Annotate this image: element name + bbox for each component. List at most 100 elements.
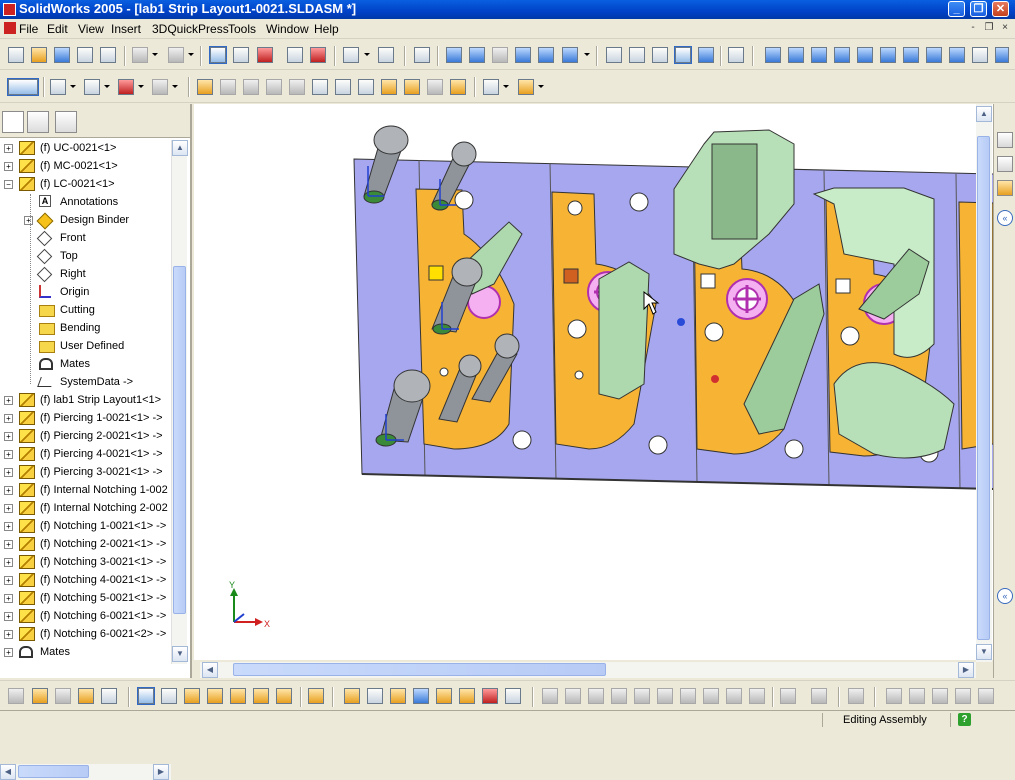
strip-layout-model[interactable]: Y X — [194, 104, 993, 660]
tree-expander-icon[interactable]: + — [4, 558, 13, 567]
home-icon[interactable] — [997, 132, 1013, 148]
bottom-tool-icon-15[interactable] — [367, 688, 383, 704]
expand-task-pane-icon[interactable]: « — [997, 588, 1013, 604]
tree-item-f-internal-notching-2-002[interactable]: + (f) Internal Notching 2-002 — [0, 500, 171, 518]
undo-icon[interactable] — [132, 47, 148, 63]
view-orientation-dropdown-icon[interactable] — [584, 53, 590, 56]
tree-vertical-scrollbar[interactable]: ▲ ▼ — [171, 140, 188, 664]
tree-horizontal-scrollbar[interactable]: ◀ ▶ — [0, 764, 171, 780]
mate-icon[interactable] — [152, 79, 168, 95]
menu-file[interactable]: File — [19, 22, 38, 36]
tree-item-f-internal-notching-1-002[interactable]: + (f) Internal Notching 1-002 — [0, 482, 171, 500]
new-part-icon[interactable] — [118, 79, 134, 95]
dimetric-view-icon[interactable] — [949, 47, 965, 63]
tree-item-f-lab1-strip-layout1-1[interactable]: + (f) lab1 Strip Layout1<1> — [0, 392, 171, 410]
tree-expander-icon[interactable]: + — [4, 486, 13, 495]
component-select-icon[interactable] — [7, 78, 39, 96]
view-orientation-icon[interactable] — [562, 47, 578, 63]
tree-expander-icon[interactable]: + — [4, 144, 13, 153]
tree-expander-icon[interactable]: + — [4, 414, 13, 423]
tree-item-f-mc-0021-1[interactable]: + (f) MC-0021<1> — [0, 158, 171, 176]
bottom-tool-icon-8[interactable] — [184, 688, 200, 704]
grid-icon[interactable] — [233, 47, 249, 63]
mdi-restore-button[interactable]: ❐ — [982, 22, 996, 35]
collapse-task-pane-icon[interactable]: « — [997, 210, 1013, 226]
bottom-tool-icon-37[interactable] — [932, 688, 948, 704]
quickpress-stripper-icon[interactable] — [427, 79, 443, 95]
property-manager-tab-icon[interactable] — [27, 111, 49, 133]
tree-item-mates[interactable]: Mates — [0, 356, 171, 374]
bottom-tool-icon-14[interactable] — [344, 688, 360, 704]
scroll-down-arrow-icon[interactable]: ▼ — [976, 644, 992, 660]
bottom-tool-icon-26[interactable] — [634, 688, 650, 704]
help-icon[interactable]: ? — [958, 713, 971, 726]
shaded-with-edges-icon[interactable] — [674, 46, 692, 64]
quickpress-guide-icon[interactable] — [312, 79, 328, 95]
tree-item-annotations[interactable]: A Annotations — [0, 194, 171, 212]
bottom-tool-icon-22[interactable] — [542, 688, 558, 704]
menu-insert[interactable]: Insert — [111, 22, 141, 36]
tree-item-f-lc-0021-1[interactable]: − (f) LC-0021<1> — [0, 176, 171, 194]
tree-item-f-notching-1-0021-1[interactable]: + (f) Notching 1-0021<1> -> — [0, 518, 171, 536]
redo-icon[interactable] — [168, 47, 184, 63]
quickpress-notching-icon[interactable] — [243, 79, 259, 95]
bottom-tool-icon-10[interactable] — [230, 688, 246, 704]
tree-item-mates[interactable]: + Mates — [0, 644, 171, 662]
library-icon[interactable] — [997, 156, 1013, 172]
tree-expander-icon[interactable]: + — [24, 216, 33, 225]
measure-icon[interactable] — [343, 47, 359, 63]
tree-expander-icon[interactable]: − — [4, 180, 13, 189]
tree-item-systemdata[interactable]: SystemData -> — [0, 374, 171, 392]
tree-item-f-notching-3-0021-1[interactable]: + (f) Notching 3-0021<1> -> — [0, 554, 171, 572]
zoom-to-selection-icon[interactable] — [492, 47, 508, 63]
tree-expander-icon[interactable]: + — [4, 396, 13, 405]
smart-dimension-dropdown-icon[interactable] — [70, 85, 76, 88]
tree-item-f-notching-5-0021-1[interactable]: + (f) Notching 5-0021<1> -> — [0, 590, 171, 608]
bottom-view-icon[interactable] — [880, 47, 896, 63]
maximize-button[interactable]: ❐ — [970, 1, 987, 17]
left-view-icon[interactable] — [811, 47, 827, 63]
wireframe-icon[interactable] — [606, 47, 622, 63]
bottom-tool-icon-23[interactable] — [565, 688, 581, 704]
tree-item-f-piercing-1-0021-1[interactable]: + (f) Piercing 1-0021<1> -> — [0, 410, 171, 428]
tree-expander-icon[interactable]: + — [4, 612, 13, 621]
mate-dropdown-icon[interactable] — [172, 85, 178, 88]
graphics-horizontal-scrollbar[interactable]: ◀ ▶ — [200, 662, 976, 678]
bottom-tool-icon-39[interactable] — [978, 688, 994, 704]
bottom-tool-icon-24[interactable] — [588, 688, 604, 704]
bottom-tool-icon-16[interactable] — [390, 688, 406, 704]
scroll-left-arrow-icon[interactable]: ◀ — [202, 662, 218, 678]
insert-component-icon[interactable] — [84, 79, 100, 95]
view-selector-icon[interactable] — [995, 47, 1009, 63]
shaded-icon[interactable] — [698, 47, 714, 63]
open-icon[interactable] — [31, 47, 47, 63]
bottom-tool-icon-9[interactable] — [207, 688, 223, 704]
bottom-tool-icon-25[interactable] — [611, 688, 627, 704]
new-document-icon[interactable] — [8, 47, 24, 63]
toolbox-icon[interactable] — [310, 47, 326, 63]
quickpress-screw-icon[interactable] — [381, 79, 397, 95]
tree-item-origin[interactable]: Origin — [0, 284, 171, 302]
tree-expander-icon[interactable]: + — [4, 594, 13, 603]
menu-3dquickpress[interactable]: 3DQuickPress — [152, 22, 229, 36]
bottom-tool-icon-12[interactable] — [276, 688, 292, 704]
bottom-tool-icon-11[interactable] — [253, 688, 269, 704]
measure-dropdown-icon[interactable] — [364, 53, 370, 56]
front-view-icon[interactable] — [765, 47, 781, 63]
section-view-icon[interactable] — [728, 47, 744, 63]
bottom-tool-icon-20[interactable] — [482, 688, 498, 704]
bottom-tool-icon-13[interactable] — [308, 688, 324, 704]
top-view-icon[interactable] — [857, 47, 873, 63]
tree-expander-icon[interactable]: + — [4, 450, 13, 459]
bottom-tool-icon-21[interactable] — [505, 688, 521, 704]
scroll-right-arrow-icon[interactable]: ▶ — [958, 662, 974, 678]
quickpress-strip-icon[interactable] — [197, 79, 213, 95]
quickpress-settings-icon[interactable] — [518, 79, 534, 95]
redo-dropdown-icon[interactable] — [188, 53, 194, 56]
explode-view-icon[interactable] — [483, 79, 499, 95]
bottom-tool-icon-4[interactable] — [78, 688, 94, 704]
bottom-tool-icon-36[interactable] — [909, 688, 925, 704]
tree-item-front[interactable]: Front — [0, 230, 171, 248]
scroll-down-arrow-icon[interactable]: ▼ — [172, 646, 188, 662]
sketch-icon[interactable] — [378, 47, 394, 63]
